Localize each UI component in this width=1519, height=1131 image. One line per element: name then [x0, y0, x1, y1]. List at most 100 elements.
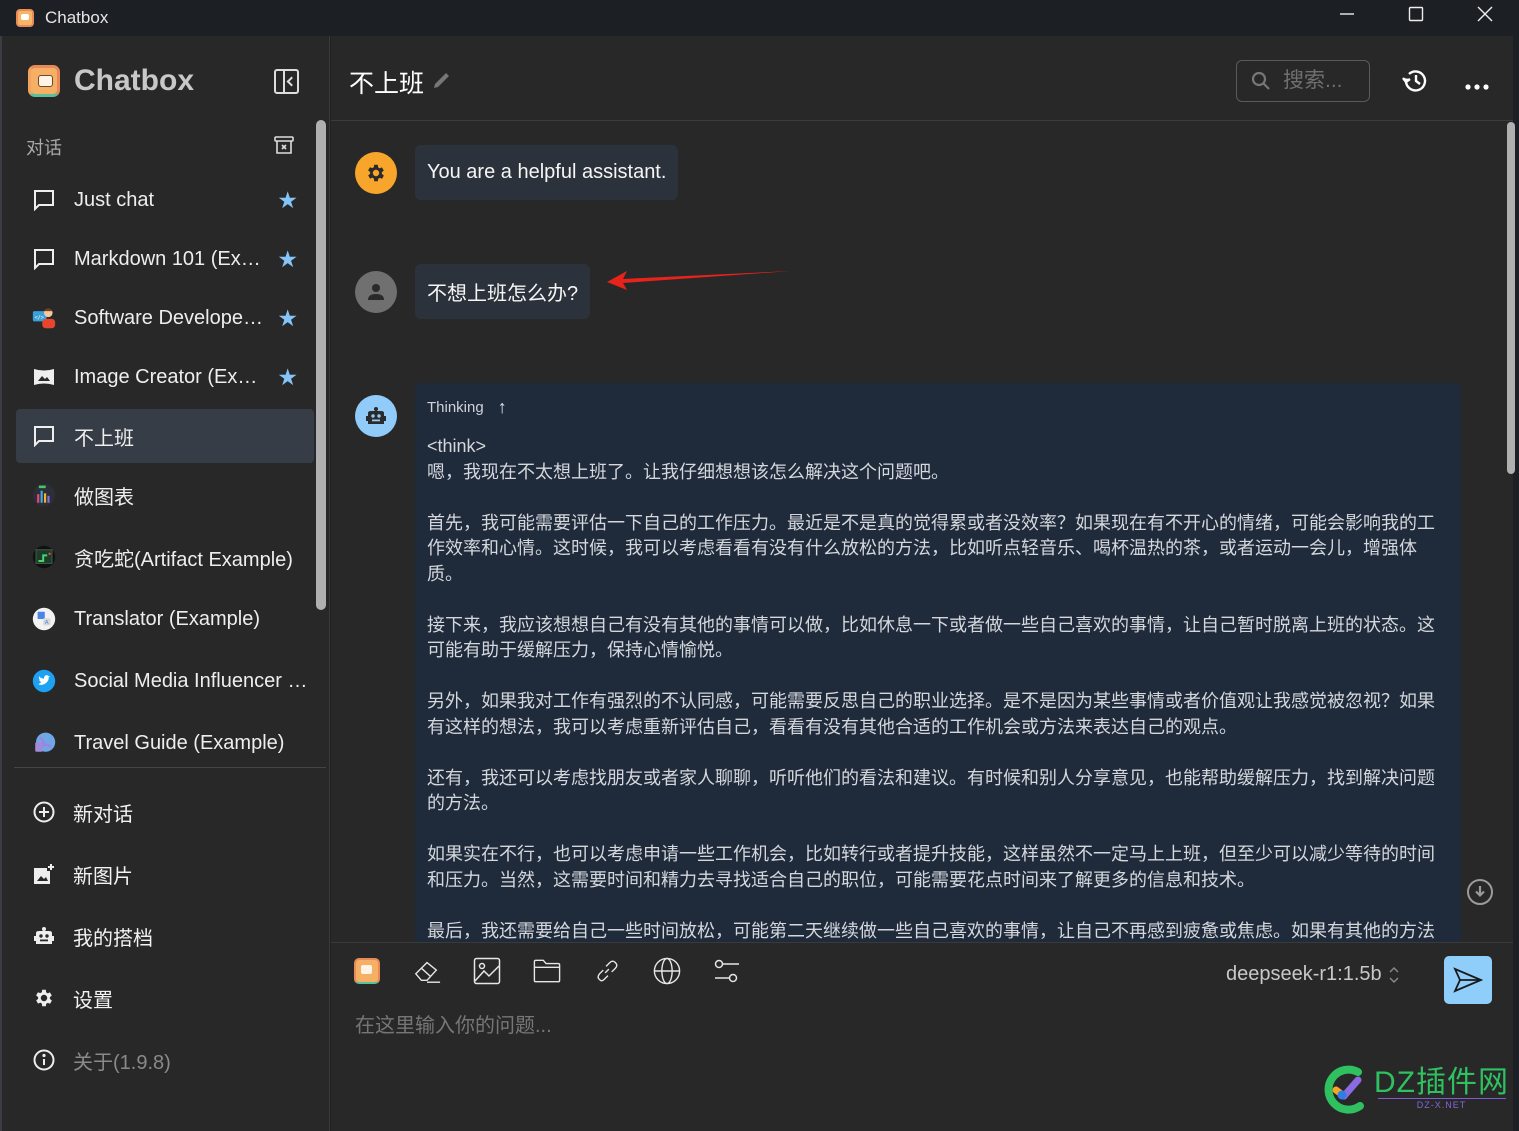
conversation-label: 不上班: [74, 427, 134, 450]
user-avatar: [355, 271, 397, 313]
assistant-message: Thinking ↑ <think> 嗯，我现在不太想上班了。让我仔细想想该怎么…: [355, 383, 1461, 942]
conversation-item-just-chat[interactable]: Just chat ★: [16, 173, 314, 227]
clear-conversations-button[interactable]: [274, 136, 294, 155]
star-icon[interactable]: ★: [277, 307, 298, 330]
snake-game-avatar: [32, 545, 56, 569]
attach-file-button[interactable]: [533, 957, 561, 985]
thinking-toggle[interactable]: Thinking ↑: [427, 397, 1449, 418]
section-label-conversations: 对话: [26, 138, 62, 158]
star-icon[interactable]: ★: [277, 248, 298, 271]
arrow-down-icon: [1475, 886, 1485, 898]
brand: Chatbox: [28, 64, 194, 98]
star-icon[interactable]: ★: [277, 189, 298, 212]
chat-bubble-icon: [32, 424, 56, 448]
clear-context-button[interactable]: [413, 957, 441, 985]
image-icon: [473, 957, 501, 985]
conversation-label: 贪吃蛇(Artifact Example): [74, 548, 293, 571]
conversation-item-social-media[interactable]: Social Media Influencer (Example): [16, 654, 314, 708]
window-controls: [1312, 0, 1519, 36]
close-icon: [1477, 6, 1492, 22]
my-copilots-button[interactable]: 我的搭档: [16, 905, 314, 967]
app-icon: [16, 9, 34, 27]
sidebar-scrollbar[interactable]: [316, 120, 326, 610]
attach-image-button[interactable]: [473, 957, 501, 985]
search-box[interactable]: [1236, 60, 1370, 102]
conversation-item-snake[interactable]: 贪吃蛇(Artifact Example): [16, 530, 314, 584]
star-icon[interactable]: ★: [277, 366, 298, 389]
more-options-button[interactable]: [1465, 71, 1489, 97]
about-button[interactable]: 关于(1.9.8): [16, 1029, 314, 1091]
chat-messages: You are a helpful assistant. 不想上班怎么办? Th…: [331, 122, 1513, 942]
new-conversation-button[interactable]: 新对话: [16, 781, 314, 843]
plus-circle-icon: [32, 800, 56, 824]
travel-avatar: [32, 731, 56, 755]
pencil-icon: [434, 72, 450, 88]
brand-name: Chatbox: [74, 64, 194, 97]
minimize-button[interactable]: [1312, 0, 1381, 28]
chatbox-logo-icon: [354, 958, 380, 984]
info-icon: [32, 1048, 56, 1072]
developer-avatar: </>: [32, 306, 56, 330]
collapse-sidebar-button[interactable]: [274, 69, 299, 94]
new-image-button[interactable]: 新图片: [16, 843, 314, 905]
model-name: deepseek-r1:1.5b: [1226, 963, 1382, 985]
system-avatar: [355, 152, 397, 194]
conversation-item-bu-shang-ban[interactable]: 不上班: [16, 409, 314, 463]
chatbox-button[interactable]: [353, 957, 381, 985]
menu-label: 我的搭档: [73, 927, 153, 950]
folder-icon: [533, 959, 561, 983]
watermark-sub: DZ-X.NET: [1377, 1097, 1506, 1110]
thinking-content: <think> 嗯，我现在不太想上班了。让我仔细想想该怎么解决这个问题吧。 首先…: [427, 436, 1435, 941]
attach-link-button[interactable]: [593, 957, 621, 985]
window-titlebar: Chatbox: [0, 0, 1519, 36]
image-icon: [32, 365, 56, 389]
sidebar-menu: 新对话 新图片 我的搭档 设置 关于(1.9.8): [16, 781, 314, 1091]
conversation-item-chart[interactable]: 做图表: [16, 468, 314, 522]
search-input[interactable]: [1283, 69, 1363, 93]
gear-icon: [32, 986, 56, 1010]
scroll-to-bottom-button[interactable]: [1467, 879, 1493, 905]
maximize-button[interactable]: [1381, 0, 1450, 28]
user-message-bubble: 不想上班怎么办?: [415, 264, 591, 319]
chat-bubble-icon: [32, 247, 56, 271]
web-browsing-button[interactable]: [653, 957, 681, 985]
watermark-logo-icon: [1318, 1062, 1370, 1114]
person-icon: [368, 284, 384, 300]
chat-settings-button[interactable]: [713, 957, 741, 985]
system-message-bubble: You are a helpful assistant.: [415, 145, 679, 200]
edit-title-button[interactable]: [432, 68, 452, 97]
chat-scrollbar[interactable]: [1507, 122, 1515, 474]
link-icon: [597, 960, 618, 982]
maximize-icon: [1408, 6, 1423, 22]
arrow-up-icon: ↑: [497, 397, 507, 417]
conversation-item-travel-guide[interactable]: Travel Guide (Example): [16, 716, 314, 770]
conversation-title: 不上班: [349, 64, 452, 100]
assistant-message-bubble: Thinking ↑ <think> 嗯，我现在不太想上班了。让我仔细想想该怎么…: [415, 383, 1461, 942]
chatbox-logo-icon: [28, 65, 60, 97]
more-horizontal-icon: [1465, 84, 1489, 90]
svg-text:A: A: [45, 620, 49, 626]
history-button[interactable]: [1401, 67, 1429, 95]
close-button[interactable]: [1450, 0, 1519, 28]
settings-button[interactable]: 设置: [16, 967, 314, 1029]
thinking-label: Thinking: [427, 399, 484, 416]
conversation-label: Travel Guide (Example): [74, 731, 285, 754]
add-image-icon: [32, 862, 56, 886]
sliders-icon: [714, 959, 739, 983]
robot-icon: [366, 407, 386, 424]
conversation-item-image-creator[interactable]: Image Creator (Example) ★: [16, 350, 314, 404]
conversation-label: Markdown 101 (Example): [74, 247, 266, 270]
composer-toolbar: [353, 957, 773, 985]
chat-bubble-icon: [32, 188, 56, 212]
conversation-item-markdown[interactable]: Markdown 101 (Example) ★: [16, 232, 314, 286]
sidebar-divider: [14, 767, 326, 768]
send-button[interactable]: [1444, 956, 1492, 1004]
model-selector[interactable]: deepseek-r1:1.5b: [1226, 963, 1400, 986]
conversation-item-software-developer[interactable]: </> Software Developer (Example) ★: [16, 291, 314, 345]
menu-label: 新对话: [73, 803, 133, 826]
conversation-label: Software Developer (Example): [74, 306, 266, 329]
window-title: Chatbox: [45, 8, 109, 27]
conversation-item-translator[interactable]: A Translator (Example): [16, 592, 314, 646]
translator-avatar: A: [32, 607, 56, 631]
message-input[interactable]: [355, 1009, 1455, 1109]
